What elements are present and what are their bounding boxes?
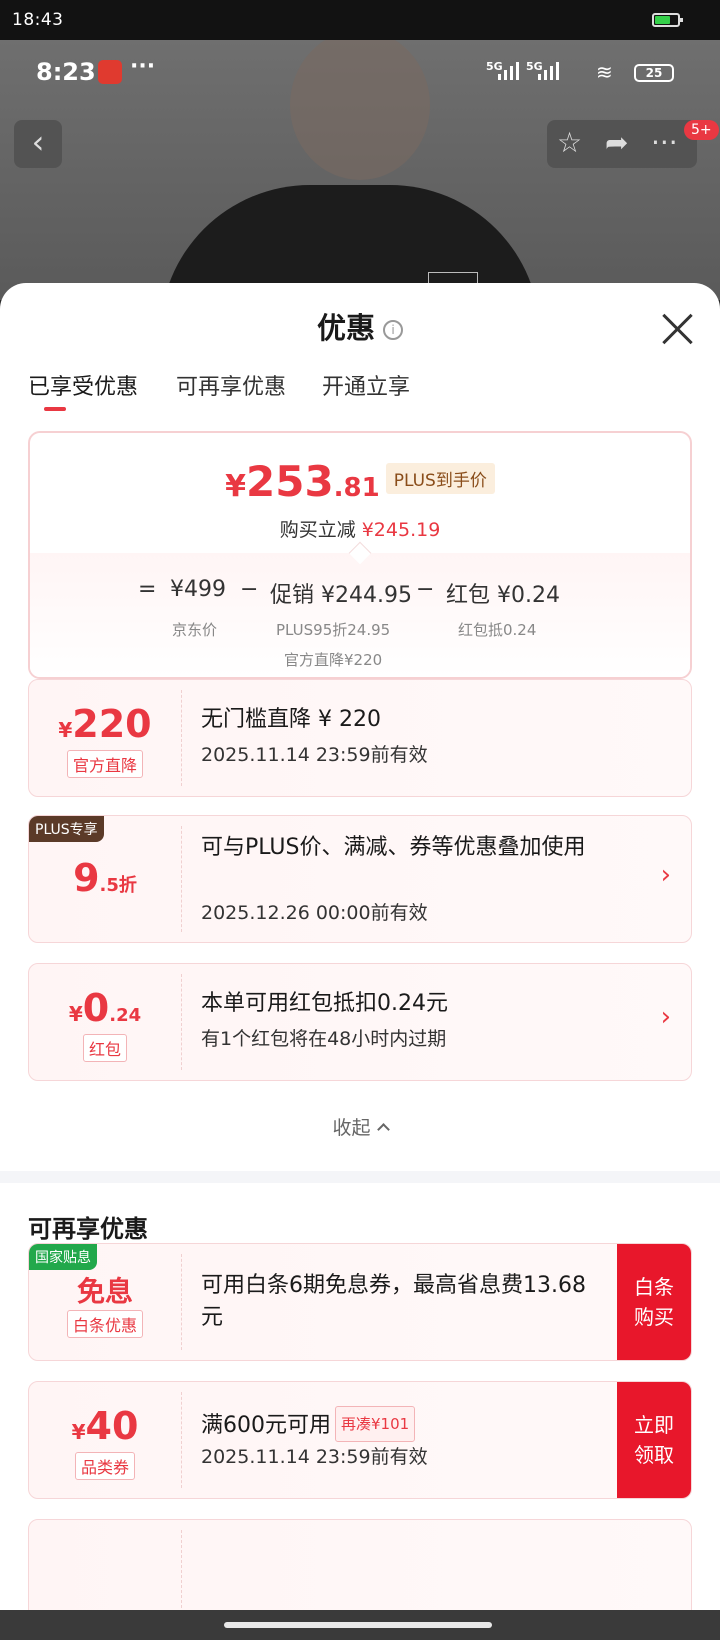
favorite-star-icon[interactable]: ☆ xyxy=(557,126,582,159)
share-icon[interactable]: ➦ xyxy=(605,126,628,159)
minus-sign-1: − xyxy=(240,577,259,602)
sheet-title: 优惠 i xyxy=(0,305,720,347)
national-subsidy-tag: 国家贴息 xyxy=(29,1244,97,1270)
final-price: ¥253.81 PLUS到手价 xyxy=(30,457,690,506)
home-indicator[interactable] xyxy=(224,1622,492,1628)
base-price: ¥499 xyxy=(170,577,226,602)
gesture-bar xyxy=(0,1610,720,1640)
more-icon[interactable]: ··· xyxy=(651,126,678,159)
redpack-discount: 红包 ¥0.24 xyxy=(446,583,560,608)
equals-sign: = xyxy=(138,577,157,602)
coupon-tag: 品类券 xyxy=(74,1452,135,1480)
tab-open[interactable]: 开通立享 xyxy=(322,369,410,401)
coupon-amount: 9.5折 xyxy=(73,856,137,900)
phone-battery-icon: 25 xyxy=(634,64,674,82)
phone-time: 8:23 xyxy=(36,58,96,86)
price-summary: ¥253.81 PLUS到手价 购买立减 ¥245.19 = ¥499 京东价 − … xyxy=(28,431,692,679)
coupon-card-official[interactable]: ¥220 官方直降 无门槛直降 ¥ 220 2025.11.14 23:59前有… xyxy=(28,679,692,797)
minus-sign-2: − xyxy=(416,577,435,602)
tab-more[interactable]: 可再享优惠 xyxy=(176,369,286,401)
coupon-card-interest-free[interactable]: 国家贴息 免息 白条优惠 可用白条6期免息券，最高省息费13.68元 白条 购买 xyxy=(28,1243,692,1361)
coupon-expiry-note: 有1个红包将在48小时内过期 xyxy=(201,1028,447,1050)
redpack-label: 红包抵0.24 xyxy=(458,621,537,639)
phone-status-bar: 8:23 ··· 5G 5G ≋ 25 xyxy=(0,40,720,104)
chevron-right-icon[interactable]: › xyxy=(661,860,671,890)
wifi-icon: ≋ xyxy=(596,60,613,84)
coupon-tag: 官方直降 xyxy=(66,750,143,778)
signal-icon-1 xyxy=(498,62,524,80)
base-price-label: 京东价 xyxy=(172,621,218,639)
coupon-validity: 2025.11.14 23:59前有效 xyxy=(201,1446,428,1468)
coupon-amount: 免息 xyxy=(76,1275,133,1308)
message-count-badge: 5+ xyxy=(684,120,719,140)
total-reduction: 购买立减 ¥245.19 xyxy=(279,519,441,541)
back-button[interactable]: ‹ xyxy=(14,120,62,168)
add-more-pill: 再凑¥101 xyxy=(335,1406,416,1442)
app-notification-icon xyxy=(98,60,122,84)
coupon-title: 可与PLUS价、满减、券等优惠叠加使用 xyxy=(201,835,586,860)
coupon-amount: ¥220 xyxy=(58,702,152,746)
coupon-amount: ¥40 xyxy=(71,1404,139,1448)
coupon-tag: 红包 xyxy=(82,1034,127,1062)
info-icon[interactable]: i xyxy=(383,320,403,340)
coupon-card-partial[interactable] xyxy=(28,1519,692,1620)
claim-now-button[interactable]: 立即 领取 xyxy=(617,1382,691,1498)
coupon-validity: 2025.11.14 23:59前有效 xyxy=(201,744,428,766)
coupon-amount: ¥0.24 xyxy=(68,986,142,1030)
chevron-right-icon[interactable]: › xyxy=(661,1002,671,1032)
discount-sheet: 优惠 i 已享受优惠 可再享优惠 开通立享 ¥253.81 PLUS到手价 购买立减… xyxy=(0,283,720,1620)
system-status-bar: 18:43 xyxy=(0,0,720,40)
promo-plus-detail: PLUS95折24.95 xyxy=(276,621,391,639)
coupon-card-plus[interactable]: PLUS专享 9.5折 可与PLUS价、满减、券等优惠叠加使用 2025.12.… xyxy=(28,815,692,943)
section-title-more: 可再享优惠 xyxy=(28,1215,148,1243)
collapse-button[interactable]: 收起 xyxy=(0,1113,720,1140)
system-time: 18:43 xyxy=(12,10,64,30)
coupon-card-redpack[interactable]: ¥0.24 红包 本单可用红包抵扣0.24元 有1个红包将在48小时内过期 › xyxy=(28,963,692,1081)
coupon-title: 本单可用红包抵扣0.24元 xyxy=(201,991,448,1016)
coupon-card-category[interactable]: ¥40 品类券 满600元可用 再凑¥101 2025.11.14 23:59前有… xyxy=(28,1381,692,1499)
coupon-title: 可用白条6期免息券，最高省息费13.68元 xyxy=(201,1273,586,1330)
top-action-group: ☆ ➦ ··· xyxy=(547,120,697,168)
coupon-validity: 2025.12.26 00:00前有效 xyxy=(201,902,428,924)
plus-exclusive-tag: PLUS专享 xyxy=(29,816,104,842)
promo-official-detail: 官方直降¥220 xyxy=(284,651,383,669)
plus-price-tag: PLUS到手价 xyxy=(385,463,495,494)
close-icon[interactable] xyxy=(660,311,694,345)
coupon-title: 无门槛直降 ¥ 220 xyxy=(201,707,381,732)
promo-discount: 促销 ¥244.95 xyxy=(270,583,412,608)
coupon-tag: 白条优惠 xyxy=(66,1310,143,1338)
battery-icon xyxy=(652,13,683,27)
more-notifications-icon: ··· xyxy=(130,54,156,79)
chevron-up-icon xyxy=(376,1123,390,1136)
tab-enjoyed[interactable]: 已享受优惠 xyxy=(28,369,138,401)
signal-icon-2 xyxy=(538,62,564,80)
coupon-title: 满600元可用 再凑¥101 xyxy=(201,1406,601,1442)
tab-active-indicator xyxy=(44,407,66,411)
baitiao-buy-button[interactable]: 白条 购买 xyxy=(617,1244,691,1360)
